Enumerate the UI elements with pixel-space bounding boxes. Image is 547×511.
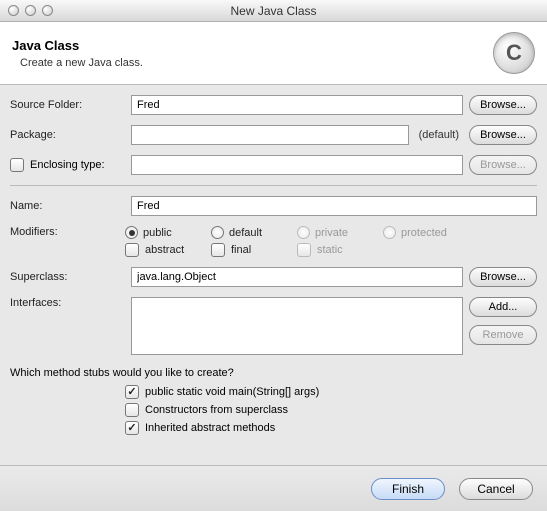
enclosing-type-checkbox[interactable]	[10, 158, 24, 172]
page-subtitle: Create a new Java class.	[20, 57, 493, 69]
modifier-public[interactable]: public	[125, 226, 211, 239]
checkbox-icon	[125, 243, 139, 257]
divider	[10, 185, 537, 186]
radio-icon	[211, 226, 224, 239]
finish-button[interactable]: Finish	[371, 478, 445, 500]
class-icon-letter: C	[506, 40, 522, 66]
checkbox-icon	[125, 421, 139, 435]
name-input[interactable]	[131, 196, 537, 216]
interfaces-label: Interfaces:	[10, 297, 125, 309]
modifier-protected: protected	[383, 226, 469, 239]
package-browse-button[interactable]: Browse...	[469, 125, 537, 145]
enclosing-type-label: Enclosing type:	[30, 159, 105, 171]
checkbox-icon	[125, 403, 139, 417]
form-area: Source Folder: Browse... Package: (defau…	[0, 85, 547, 443]
modifier-private: private	[297, 226, 383, 239]
checkbox-icon	[297, 243, 311, 257]
package-label: Package:	[10, 129, 125, 141]
source-folder-browse-button[interactable]: Browse...	[469, 95, 537, 115]
interfaces-list[interactable]	[131, 297, 463, 355]
modifier-final[interactable]: final	[211, 243, 297, 257]
source-folder-input[interactable]	[131, 95, 463, 115]
method-stubs-section: Which method stubs would you like to cre…	[10, 367, 537, 435]
enclosing-type-browse-button: Browse...	[469, 155, 537, 175]
class-icon: C	[493, 32, 535, 74]
radio-icon	[297, 226, 310, 239]
method-stubs-question: Which method stubs would you like to cre…	[10, 367, 537, 379]
modifiers-group: public default private protected abstrac…	[125, 226, 537, 261]
superclass-label: Superclass:	[10, 271, 125, 283]
modifier-abstract[interactable]: abstract	[125, 243, 211, 257]
package-default-tag: (default)	[415, 129, 463, 141]
radio-icon	[383, 226, 396, 239]
modifier-static: static	[297, 243, 383, 257]
modifiers-label: Modifiers:	[10, 226, 125, 238]
superclass-browse-button[interactable]: Browse...	[469, 267, 537, 287]
checkbox-icon	[211, 243, 225, 257]
enclosing-type-input	[131, 155, 463, 175]
stub-main-method[interactable]: public static void main(String[] args)	[125, 385, 537, 399]
checkbox-icon	[125, 385, 139, 399]
page-title: Java Class	[12, 38, 493, 53]
stub-inherited-abstract[interactable]: Inherited abstract methods	[125, 421, 537, 435]
stub-constructors[interactable]: Constructors from superclass	[125, 403, 537, 417]
radio-icon	[125, 226, 138, 239]
interfaces-remove-button: Remove	[469, 325, 537, 345]
dialog-footer: Finish Cancel	[0, 465, 547, 511]
cancel-button[interactable]: Cancel	[459, 478, 533, 500]
titlebar: New Java Class	[0, 0, 547, 22]
window-title: New Java Class	[0, 4, 547, 18]
superclass-input[interactable]	[131, 267, 463, 287]
dialog-header: Java Class Create a new Java class. C	[0, 22, 547, 85]
source-folder-label: Source Folder:	[10, 99, 125, 111]
name-label: Name:	[10, 200, 125, 212]
modifier-default[interactable]: default	[211, 226, 297, 239]
interfaces-add-button[interactable]: Add...	[469, 297, 537, 317]
package-input[interactable]	[131, 125, 409, 145]
